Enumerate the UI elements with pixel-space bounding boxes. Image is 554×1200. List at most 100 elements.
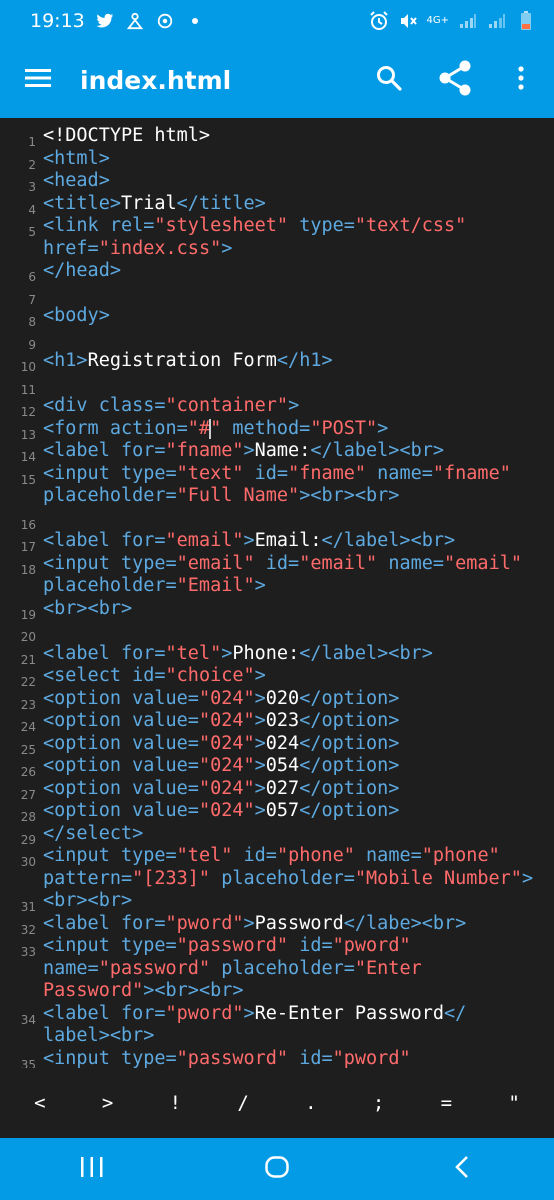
- code-line[interactable]: 23 <option value="024">020</option>: [0, 688, 554, 712]
- code-line[interactable]: 12 <div class="container">: [0, 395, 554, 419]
- code-line[interactable]: 32 <label for="pword">Password</labe><br>: [0, 913, 554, 937]
- code-line[interactable]: pattern="[233]" placeholder="Mobile Numb…: [0, 868, 554, 891]
- code-text: <label for="pword">Password</labe><br>: [43, 913, 466, 936]
- code-token: "POST": [310, 417, 378, 439]
- code-line[interactable]: Password"><br><br>: [0, 980, 554, 1003]
- code-token: value=: [132, 800, 199, 821]
- code-line[interactable]: 25 <option value="024">024</option>: [0, 733, 554, 757]
- code-token: Registration Form: [87, 350, 277, 371]
- search-button[interactable]: [356, 42, 422, 118]
- code-line[interactable]: 29 </select>: [0, 823, 554, 847]
- code-token: "024": [198, 777, 255, 799]
- code-token: "email": [444, 552, 522, 574]
- code-token: ><br><br>: [299, 485, 400, 506]
- code-token: id=: [299, 935, 333, 956]
- symbol-key[interactable]: !: [145, 1073, 205, 1133]
- code-token: type=: [120, 462, 177, 484]
- code-line[interactable]: name="password" placeholder="Enter: [0, 958, 554, 981]
- code-token: <html>: [43, 147, 110, 169]
- code-line[interactable]: 5 <link rel="stylesheet" type="text/css": [0, 215, 554, 239]
- code-token: method=: [232, 417, 311, 439]
- code-line[interactable]: 11: [0, 373, 554, 397]
- code-text: <input type="tel" id="phone" name="phone…: [43, 845, 500, 868]
- recent-apps-button[interactable]: [47, 1138, 137, 1200]
- code-line[interactable]: 6 </head>: [0, 260, 554, 284]
- code-token: Trial: [120, 192, 177, 214]
- code-line[interactable]: placeholder="Full Name"><br><br>: [0, 485, 554, 508]
- code-line[interactable]: 34 <label for="pword">Re-Enter Password</: [0, 1002, 554, 1027]
- code-token: </option>: [299, 800, 400, 821]
- code-text: <label for="tel">Phone:</label><br>: [43, 643, 433, 666]
- back-icon: [454, 1155, 470, 1183]
- code-line[interactable]: 19 <br><br>: [0, 598, 554, 622]
- code-text: <option value="024">057</option>: [43, 800, 399, 823]
- code-token: type=: [120, 552, 177, 574]
- code-line[interactable]: placeholder="Email">: [0, 575, 554, 598]
- code-token: >: [254, 665, 266, 686]
- code-token: label><br>: [43, 1025, 155, 1046]
- code-text: label><br>: [43, 1025, 154, 1048]
- code-line[interactable]: href="index.css">: [0, 238, 554, 261]
- code-line[interactable]: 7: [0, 283, 554, 307]
- code-token: id=: [243, 845, 277, 866]
- file-title: index.html: [80, 65, 232, 95]
- code-token: >: [221, 642, 233, 664]
- code-token: </label><br>: [321, 530, 456, 551]
- code-text: <option value="024">027</option>: [43, 778, 399, 801]
- symbol-key[interactable]: /: [213, 1073, 273, 1133]
- code-line[interactable]: 16: [0, 508, 554, 532]
- code-token: "Mobile Number": [354, 867, 522, 889]
- symbol-key[interactable]: ": [484, 1073, 544, 1133]
- symbol-key[interactable]: =: [416, 1073, 476, 1133]
- code-line[interactable]: 9: [0, 328, 554, 352]
- home-button[interactable]: [232, 1138, 322, 1200]
- code-line[interactable]: 13 <form action="#" method="POST">: [0, 417, 554, 442]
- code-token: 054: [265, 755, 300, 776]
- code-line[interactable]: 24 <option value="024">023</option>: [0, 710, 554, 734]
- code-line[interactable]: 2 <html>: [0, 147, 554, 172]
- code-line[interactable]: label><br>: [0, 1025, 554, 1048]
- back-button[interactable]: [417, 1138, 507, 1200]
- code-line[interactable]: 30 <input type="tel" id="phone" name="pho…: [0, 845, 554, 869]
- code-text: <option value="024">023</option>: [43, 710, 399, 733]
- more-options-button[interactable]: [488, 42, 554, 118]
- code-line[interactable]: 17 <label for="email">Email:</label><br>: [0, 530, 554, 554]
- share-button[interactable]: [422, 42, 488, 118]
- code-line[interactable]: 33 <input type="password" id="pword": [0, 935, 554, 959]
- code-text: <input type="text" id="fname" name="fnam…: [43, 463, 511, 486]
- code-line[interactable]: 4 <title>Trial</title>: [0, 192, 554, 217]
- code-line[interactable]: 18 <input type="email" id="email" name="e…: [0, 552, 554, 577]
- code-line[interactable]: 26 <option value="024">054</option>: [0, 755, 554, 779]
- menu-button[interactable]: [0, 42, 76, 118]
- code-line[interactable]: 28 <option value="024">057</option>: [0, 800, 554, 824]
- symbol-key[interactable]: <: [10, 1073, 70, 1133]
- code-token: <input: [43, 1047, 121, 1069]
- code-token: "pword": [165, 912, 244, 934]
- symbol-key[interactable]: .: [281, 1073, 341, 1133]
- code-token: "Enter: [354, 957, 422, 979]
- app-icon: [125, 11, 145, 31]
- code-token: Re-Enter Password: [254, 1002, 444, 1024]
- code-text: <br><br>: [43, 598, 132, 621]
- code-line[interactable]: 10 <h1>Registration Form</h1>: [0, 350, 554, 374]
- symbol-key[interactable]: >: [78, 1073, 138, 1133]
- code-line[interactable]: 3 <head>: [0, 170, 554, 194]
- code-line[interactable]: 15 <input type="text" id="fname" name="fn…: [0, 463, 554, 487]
- code-text: </head>: [43, 260, 121, 283]
- code-line[interactable]: 27 <option value="024">027</option>: [0, 778, 554, 802]
- code-line[interactable]: 22 <select id="choice">: [0, 665, 554, 689]
- symbol-key[interactable]: ;: [349, 1073, 409, 1133]
- code-line[interactable]: 31 <br><br>: [0, 890, 554, 914]
- code-line[interactable]: 20: [0, 620, 554, 644]
- code-line[interactable]: 8 <body>: [0, 305, 554, 329]
- code-line[interactable]: 1 <!DOCTYPE html>: [0, 125, 554, 149]
- code-token: Phone:: [232, 642, 300, 664]
- code-line[interactable]: 35 <input type="password" id="pword": [0, 1048, 554, 1069]
- code-token: <label: [43, 440, 121, 461]
- code-editor[interactable]: 1 <!DOCTYPE html> 2 <html> 3 <head> 4 <title>Tr…: [0, 118, 554, 1068]
- code-line[interactable]: 21 <label for="tel">Phone:</label><br>: [0, 643, 554, 667]
- code-line[interactable]: 14 <label for="fname">Name:</label><br>: [0, 440, 554, 464]
